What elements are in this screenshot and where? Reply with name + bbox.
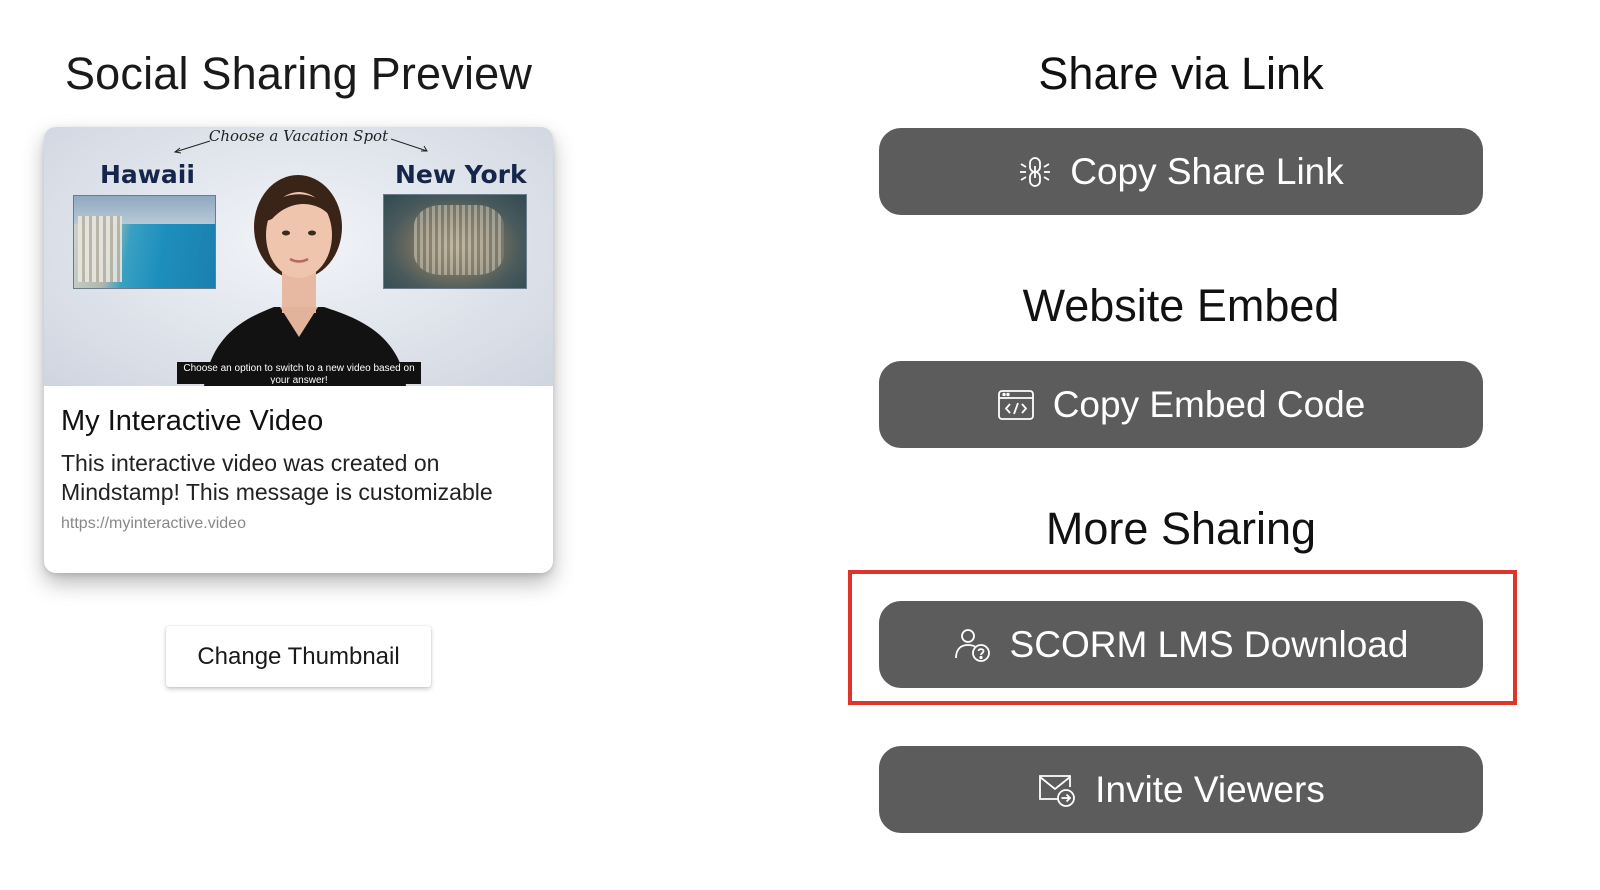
right-arrow-icon	[390, 138, 428, 152]
card-title: My Interactive Video	[61, 405, 324, 437]
mail-arrow-icon	[1039, 774, 1076, 807]
share-via-link-title: Share via Link	[1038, 48, 1324, 99]
option-newyork-label: New York	[395, 160, 527, 189]
copy-share-link-label: Copy Share Link	[1070, 150, 1344, 192]
thumbnail-header: Choose a Vacation Spot	[208, 127, 389, 145]
social-preview-card: Choose a Vacation Spot Hawaii New York C…	[44, 127, 553, 573]
user-question-icon	[954, 628, 990, 662]
video-thumbnail: Choose a Vacation Spot Hawaii New York C…	[44, 127, 553, 386]
left-arrow-icon	[173, 140, 211, 154]
change-thumbnail-button[interactable]: Change Thumbnail	[166, 626, 431, 687]
scorm-lms-download-button[interactable]: SCORM LMS Download	[879, 601, 1483, 688]
card-body: My Interactive Video This interactive vi…	[61, 405, 541, 533]
embed-code-icon	[997, 389, 1034, 420]
website-embed-title: Website Embed	[1022, 280, 1340, 331]
invite-viewers-button[interactable]: Invite Viewers	[879, 746, 1483, 833]
presenter-image	[204, 175, 406, 386]
more-sharing-title: More Sharing	[1045, 503, 1317, 554]
option-hawaii-label: Hawaii	[100, 160, 195, 189]
link-icon	[1020, 156, 1051, 187]
scorm-lms-download-label: SCORM LMS Download	[1009, 623, 1409, 665]
card-url: https://myinteractive.video	[61, 515, 246, 532]
card-description: This interactive video was created on Mi…	[61, 450, 493, 505]
copy-share-link-button[interactable]: Copy Share Link	[879, 128, 1483, 215]
social-preview-title: Social Sharing Preview	[64, 48, 533, 99]
copy-embed-code-button[interactable]: Copy Embed Code	[879, 361, 1483, 448]
video-subtitle: Choose an option to switch to a new vide…	[177, 362, 421, 384]
invite-viewers-label: Invite Viewers	[1095, 768, 1325, 810]
copy-embed-code-label: Copy Embed Code	[1052, 383, 1366, 425]
